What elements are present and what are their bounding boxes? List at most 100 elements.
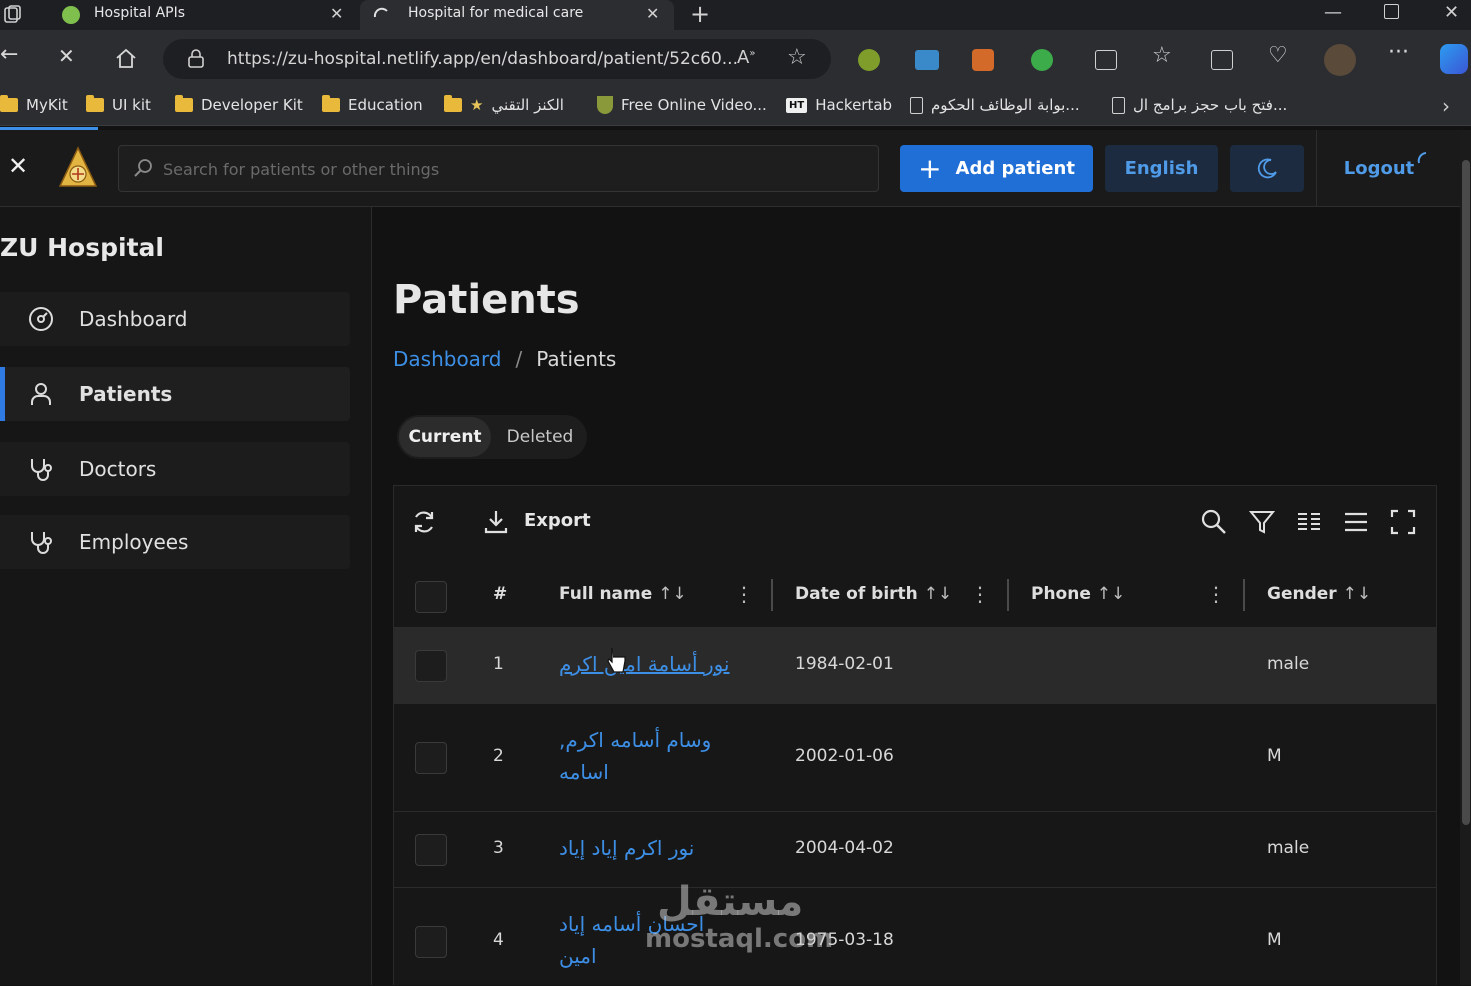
copilot-icon[interactable] <box>1440 44 1468 74</box>
refresh-icon[interactable] <box>410 508 438 536</box>
row-checkbox[interactable] <box>415 742 447 774</box>
language-button[interactable]: English <box>1105 145 1218 192</box>
density-icon[interactable] <box>1342 508 1370 536</box>
minimize-icon[interactable]: — <box>1324 2 1342 23</box>
bookmark-hackertab[interactable]: HT Hackertab <box>786 96 892 114</box>
more-menu-icon[interactable]: ··· <box>1388 42 1409 64</box>
column-menu-icon[interactable]: ⋮ <box>734 584 754 604</box>
close-sidebar-icon[interactable]: ✕ <box>8 152 28 180</box>
sort-icon[interactable]: ↑↓ <box>1097 584 1126 604</box>
column-header-gender[interactable]: Gender ↑↓ <box>1267 584 1371 604</box>
sidebar-title: ZU Hospital <box>0 233 164 262</box>
column-header-full-name[interactable]: Full name ↑↓ <box>559 584 687 604</box>
bookmark-ui-kit[interactable]: UI kit <box>86 95 151 114</box>
extension-green-icon[interactable] <box>858 49 880 71</box>
column-menu-icon[interactable]: ⋮ <box>1206 584 1226 604</box>
hospital-logo[interactable] <box>56 146 100 192</box>
tab-current[interactable]: Current <box>399 417 491 457</box>
url-text: https://zu-hospital.netlify.app/en/dashb… <box>227 49 738 69</box>
tab-hospital-apis[interactable]: Hospital APIs ✕ <box>46 0 358 30</box>
bookmarks-bar: MyKit UI kit Developer Kit Education ★ ال… <box>0 88 1471 126</box>
read-aloud-icon[interactable]: A» <box>737 47 755 68</box>
performance-heart-icon[interactable]: ♡ <box>1268 45 1288 67</box>
extension-blue-icon[interactable] <box>915 50 939 70</box>
table-row[interactable]: 1 نور أسامة امين اكرم 1984-02-01 male <box>394 627 1436 703</box>
restore-icon[interactable] <box>1384 4 1399 19</box>
workspaces-icon[interactable] <box>2 5 22 25</box>
table-row[interactable]: 4 احسان أسامه إياد امين 1975-03-18 M <box>394 887 1436 986</box>
breadcrumb-link-dashboard[interactable]: Dashboard <box>393 347 502 371</box>
bookmark-tech-treasure[interactable]: ★ الكنز التقني <box>444 95 564 114</box>
export-button[interactable]: Export <box>524 510 591 531</box>
profile-avatar[interactable] <box>1324 44 1356 76</box>
column-resize-handle[interactable] <box>1007 579 1009 611</box>
patient-name-link[interactable]: وسام أسامه اكرم, اسامه <box>559 724 731 788</box>
back-icon[interactable]: ← <box>0 44 18 66</box>
extension-play-icon[interactable] <box>1031 49 1053 71</box>
window-close-icon[interactable]: ✕ <box>1444 2 1459 23</box>
bookmark-program-booking[interactable]: فتح باب حجز برامج ال... <box>1112 96 1287 114</box>
column-resize-handle[interactable] <box>771 579 773 611</box>
search-box[interactable] <box>118 145 879 192</box>
table-row[interactable]: 2 وسام أسامه اكرم, اسامه 2002-01-06 M <box>394 703 1436 811</box>
row-checkbox[interactable] <box>415 650 447 682</box>
sort-icon[interactable]: ↑↓ <box>924 584 953 604</box>
add-patient-button[interactable]: + Add patient <box>900 145 1093 192</box>
bookmark-education[interactable]: Education <box>322 95 423 114</box>
favorite-star-icon[interactable]: ☆ <box>787 45 807 70</box>
column-menu-icon[interactable]: ⋮ <box>970 584 990 604</box>
row-checkbox[interactable] <box>415 834 447 866</box>
tab-close-icon[interactable]: ✕ <box>646 4 659 23</box>
column-resize-handle[interactable] <box>1243 579 1245 611</box>
fullscreen-icon[interactable] <box>1389 508 1417 536</box>
new-tab-icon[interactable]: + <box>690 0 710 28</box>
user-icon <box>31 383 51 405</box>
column-header-date-of-birth[interactable]: Date of birth ↑↓ <box>795 584 952 604</box>
select-all-checkbox[interactable] <box>415 581 447 613</box>
stop-loading-icon[interactable]: ✕ <box>58 45 75 67</box>
hand-cursor-icon <box>607 648 626 673</box>
address-bar[interactable]: https://zu-hospital.netlify.app/en/dashb… <box>163 39 831 79</box>
sort-icon[interactable]: ↑↓ <box>1343 584 1372 604</box>
dashboard-icon <box>29 307 53 331</box>
search-icon <box>134 159 152 177</box>
sidebar-item-patients[interactable]: Patients <box>0 367 350 421</box>
table-row[interactable]: 3 نور اكرم إياد إياد 2004-04-02 male <box>394 811 1436 887</box>
home-icon[interactable] <box>114 47 138 71</box>
sidebar-item-dashboard[interactable]: Dashboard <box>0 292 350 346</box>
folder-icon <box>444 95 462 112</box>
bookmark-mykit[interactable]: MyKit <box>0 95 68 114</box>
sidebar-item-label: Patients <box>79 382 173 406</box>
download-icon[interactable] <box>482 508 510 536</box>
bookmark-gov-jobs[interactable]: بوابة الوظائف الحكوم... <box>910 96 1080 114</box>
search-icon[interactable] <box>1200 508 1228 536</box>
row-checkbox[interactable] <box>415 926 447 958</box>
column-header-phone[interactable]: Phone ↑↓ <box>1031 584 1125 604</box>
scrollbar-thumb[interactable] <box>1462 160 1470 825</box>
loading-spinner-icon <box>1417 151 1427 163</box>
columns-icon[interactable] <box>1295 508 1323 536</box>
theme-toggle-button[interactable] <box>1230 145 1304 192</box>
page-scrollbar[interactable] <box>1460 130 1471 985</box>
tab-hospital-medical-care[interactable]: Hospital for medical care ✕ <box>360 0 674 30</box>
sidebar-item-doctors[interactable]: Doctors <box>0 442 350 496</box>
tab-close-icon[interactable]: ✕ <box>330 4 343 23</box>
split-screen-icon[interactable] <box>1095 50 1117 70</box>
chevron-right-icon[interactable]: › <box>1442 94 1450 118</box>
collections-icon[interactable] <box>1211 50 1233 70</box>
sidebar-item-employees[interactable]: Employees <box>0 515 350 569</box>
bookmark-free-online-video[interactable]: Free Online Video... <box>597 96 767 114</box>
patient-name-link[interactable]: نور اكرم إياد إياد <box>559 832 749 864</box>
patient-name-link[interactable]: نور أسامة امين اكرم <box>559 648 749 680</box>
bookmark-developer-kit[interactable]: Developer Kit <box>175 95 303 114</box>
tab-deleted[interactable]: Deleted <box>495 417 585 457</box>
favorites-icon[interactable]: ☆ <box>1152 45 1172 67</box>
row-dob: 1984-02-01 <box>795 654 894 674</box>
sidebar-item-label: Dashboard <box>79 307 188 331</box>
lock-icon[interactable] <box>187 49 205 69</box>
filter-icon[interactable] <box>1248 508 1276 536</box>
sort-icon[interactable]: ↑↓ <box>658 584 687 604</box>
logout-button[interactable]: Logout <box>1336 145 1436 192</box>
extension-orange-icon[interactable] <box>972 49 994 71</box>
search-input[interactable] <box>163 155 863 183</box>
